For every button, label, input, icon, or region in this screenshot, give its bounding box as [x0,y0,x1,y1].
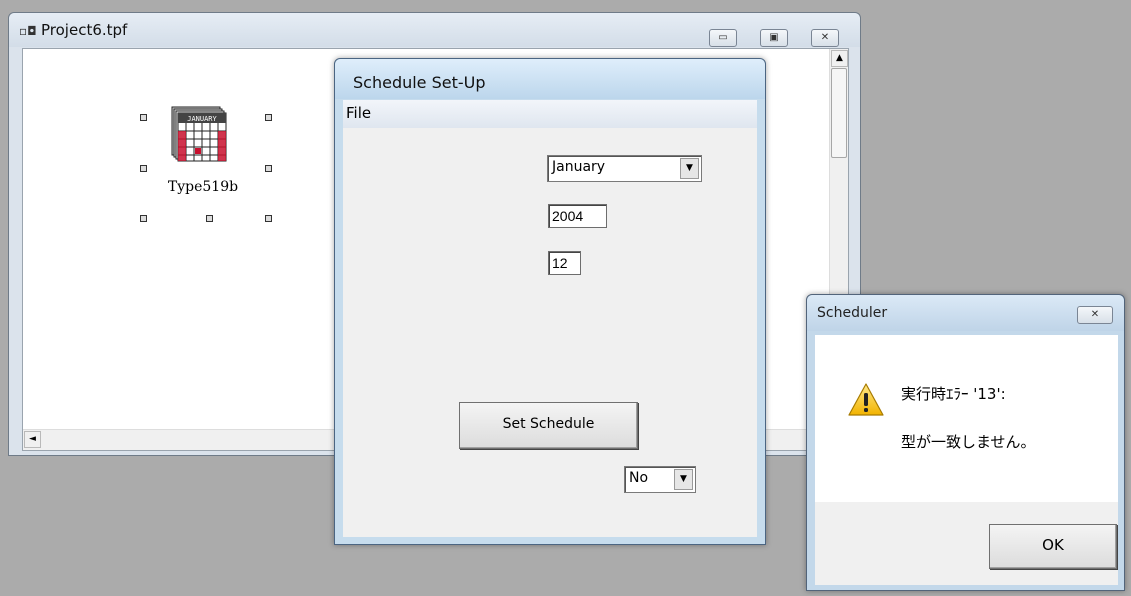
menubar: File [343,100,757,128]
component-label: Type519b [167,179,239,195]
menu-file[interactable]: File [346,104,371,122]
ok-button[interactable]: OK [989,524,1117,569]
day-input[interactable]: 12 [548,251,581,275]
project-titlebar[interactable]: ▫◘ Project6.tpf ▭ ▣ ✕ [9,13,860,47]
selection-handle[interactable] [140,215,147,222]
set-schedule-button[interactable]: Set Schedule [459,402,638,449]
close-button[interactable]: ✕ [811,29,839,47]
project-icon: ▫◘ [19,24,37,38]
schedule-title: Schedule Set-Up [353,73,486,92]
calendar-component-icon[interactable]: JANUARY [170,105,228,163]
calendar-month-text: JANUARY [187,115,217,123]
dialog-client: 実行時ｴﾗｰ '13': 型が一致しません。 OK [815,335,1118,585]
scroll-up-icon[interactable]: ▲ [831,50,848,67]
warning-icon [848,383,884,416]
selection-handle[interactable] [265,114,272,121]
error-message-line2: 型が一致しません。 [901,433,1036,451]
year-input[interactable]: 2004 [548,204,607,228]
dialog-close-button[interactable]: ✕ [1077,306,1113,324]
selection-handle[interactable] [140,114,147,121]
schedule-titlebar[interactable]: Schedule Set-Up [335,59,765,99]
month-select-value: January [552,159,606,175]
maximize-button[interactable]: ▣ [760,29,788,47]
selection-handle[interactable] [206,215,213,222]
month-select[interactable]: January ▼ [547,155,702,182]
error-message-line1: 実行時ｴﾗｰ '13': [901,385,1006,403]
scheduler-dialog: Scheduler ✕ 実行時ｴﾗｰ '13': 型が一致しません。 OK [806,294,1125,591]
schedule-form: January ▼ 2004 12 Set Schedule No ▼ [343,128,757,537]
project-title: Project6.tpf [41,21,128,39]
scroll-left-icon[interactable]: ◄ [24,431,41,448]
selection-handle[interactable] [265,165,272,172]
minimize-button[interactable]: ▭ [709,29,737,47]
selection-handle[interactable] [265,215,272,222]
dialog-titlebar[interactable]: Scheduler ✕ [807,295,1124,331]
message-area: 実行時ｴﾗｰ '13': 型が一致しません。 [815,335,1118,502]
schedule-setup-window: Schedule Set-Up File January ▼ 2004 12 S… [334,58,766,545]
yesno-select-value: No [629,470,649,486]
selection-handle[interactable] [140,165,147,172]
chevron-down-icon[interactable]: ▼ [674,469,693,490]
dialog-title: Scheduler [817,305,888,321]
vertical-scroll-thumb[interactable] [831,68,847,158]
yesno-select[interactable]: No ▼ [624,466,696,493]
chevron-down-icon[interactable]: ▼ [680,158,699,179]
